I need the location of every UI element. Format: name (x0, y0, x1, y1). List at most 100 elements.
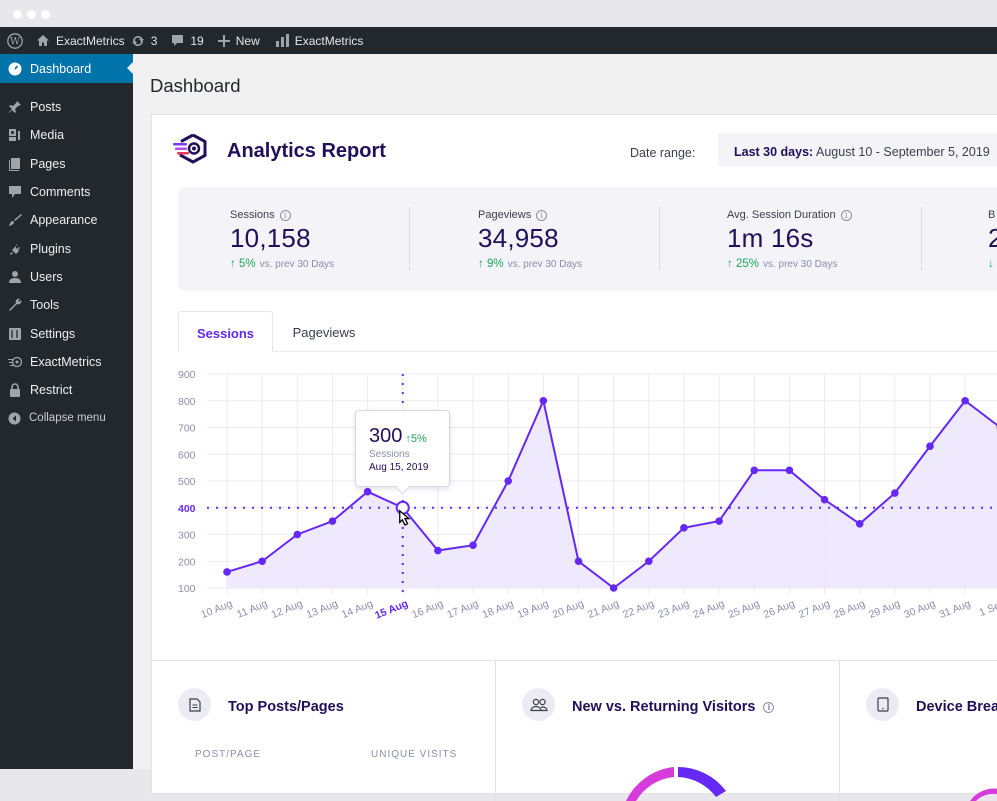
sidebar-item-label: Posts (30, 100, 61, 114)
exactmetrics-adminbar-label: ExactMetrics (295, 34, 364, 48)
plus-icon (218, 35, 230, 47)
data-point (891, 489, 899, 497)
pin-icon (8, 100, 22, 114)
x-tick-label: 21 Aug (586, 598, 621, 621)
main-content: Dashboard Analytics Report Date range: L… (133, 54, 997, 769)
sidebar-item-label: Comments (30, 185, 90, 199)
sidebar-item-users[interactable]: Users (0, 263, 133, 291)
new-content-link[interactable]: New (218, 34, 260, 48)
x-tick-label: 28 Aug (832, 598, 867, 621)
date-range-selector[interactable]: Last 30 days: August 10 - September 5, 2… (718, 133, 997, 167)
refresh-icon (131, 34, 145, 48)
sidebar-item-label: Plugins (30, 242, 71, 256)
user-icon (8, 270, 22, 284)
comments-link[interactable]: 19 (171, 34, 203, 48)
sidebar-item-dashboard[interactable]: Dashboard (0, 54, 133, 83)
report-panels: Top Posts/Pages POST/PAGE UNIQUE VISITS … (152, 660, 997, 800)
x-tick-label: 26 Aug (762, 598, 797, 621)
panel-title: Top Posts/Pages (228, 699, 344, 715)
sidebar-item-posts[interactable]: Posts (0, 93, 133, 121)
sidebar-item-label: Restrict (30, 383, 72, 397)
analytics-report-card: Analytics Report Date range: Last 30 day… (151, 114, 997, 794)
exactmetrics-icon (8, 355, 22, 369)
info-icon[interactable]: i (763, 702, 774, 713)
wordpress-logo-button[interactable]: W (7, 33, 23, 49)
y-tick-label: 100 (178, 583, 196, 595)
stat-divider (921, 207, 922, 271)
date-range-value: August 10 - September 5, 2019 (816, 145, 990, 159)
sidebar-item-plugins[interactable]: Plugins (0, 234, 133, 262)
stat-change: ↓ (988, 258, 997, 270)
y-tick-label: 900 (178, 369, 196, 381)
data-point (715, 517, 723, 525)
tab-sessions[interactable]: Sessions (178, 311, 273, 352)
info-icon[interactable]: i (841, 210, 852, 221)
stat-label: Sessions (230, 209, 275, 221)
chart-tabs: Sessions Pageviews (178, 311, 997, 352)
y-tick-label: 800 (178, 396, 196, 408)
date-range-prefix: Last 30 days: (734, 145, 813, 159)
tooltip-value: 300 (369, 425, 402, 447)
data-point (610, 584, 618, 592)
column-header-unique-visits: UNIQUE VISITS (371, 749, 457, 760)
tooltip-label: Sessions (369, 449, 449, 460)
new-label: New (236, 34, 260, 48)
x-tick-label: 24 Aug (691, 598, 726, 621)
lock-icon (8, 383, 22, 397)
sidebar-item-label: Tools (30, 298, 59, 312)
y-tick-label: 400 (178, 503, 196, 515)
sidebar-item-pages[interactable]: Pages (0, 150, 133, 178)
data-point (821, 496, 829, 504)
stat-change: ↑ 5%vs. prev 30 Days (230, 258, 334, 270)
sidebar-item-label: Users (30, 270, 63, 284)
x-tick-label: 10 Aug (199, 598, 234, 621)
info-icon[interactable]: i (536, 210, 547, 221)
x-tick-label: 31 Aug (937, 598, 972, 621)
sidebar-item-label: Media (30, 128, 64, 142)
x-tick-label: 27 Aug (797, 598, 832, 621)
sidebar-item-tools[interactable]: Tools (0, 291, 133, 319)
sidebar-item-restrict[interactable]: Restrict (0, 376, 133, 404)
stat-divider (659, 207, 660, 271)
sidebar-item-comments[interactable]: Comments (0, 178, 133, 206)
site-name-link[interactable]: ExactMetrics (36, 34, 125, 48)
sidebar-item-label: Dashboard (30, 62, 91, 76)
date-range-label: Date range: (630, 146, 695, 160)
x-tick-label: 1 Sep (977, 598, 997, 619)
x-tick-label: 16 Aug (410, 598, 445, 621)
window-maximize-button[interactable] (41, 10, 50, 19)
donut-slice-returning (678, 767, 726, 797)
sidebar-item-exactmetrics[interactable]: ExactMetrics (0, 348, 133, 376)
pages-icon (8, 157, 22, 171)
updates-link[interactable]: 3 (131, 34, 158, 48)
sidebar-item-label: ExactMetrics (30, 355, 102, 369)
panel-top-posts: Top Posts/Pages POST/PAGE UNIQUE VISITS (152, 661, 496, 801)
stats-summary: Sessionsi 10,158 ↑ 5%vs. prev 30 Days Pa… (178, 187, 997, 291)
stat-divider (409, 207, 410, 271)
svg-text:W: W (10, 36, 21, 47)
donut-slice-new (626, 767, 674, 801)
info-icon[interactable]: i (280, 210, 291, 221)
panel-device-breakdown: Device Breakdown (840, 661, 997, 801)
comment-icon (171, 34, 184, 47)
x-tick-label: 15 Aug (373, 598, 410, 622)
plug-icon (8, 242, 22, 256)
x-tick-label: 13 Aug (305, 598, 340, 621)
tab-pageviews[interactable]: Pageviews (288, 311, 360, 352)
sidebar-item-settings[interactable]: Settings (0, 319, 133, 347)
window-minimize-button[interactable] (27, 10, 36, 19)
sidebar-item-appearance[interactable]: Appearance (0, 206, 133, 234)
window-close-button[interactable] (13, 10, 22, 19)
stat-avg-session-duration: Avg. Session Durationi 1m 16s ↑ 25%vs. p… (727, 209, 852, 270)
data-point (786, 467, 794, 475)
collapse-menu-button[interactable]: Collapse menu (0, 404, 133, 432)
x-tick-label: 25 Aug (727, 598, 762, 621)
data-point (294, 531, 302, 539)
stat-pageviews: Pageviewsi 34,958 ↑ 9%vs. prev 30 Days (478, 209, 582, 270)
sidebar-item-media[interactable]: Media (0, 121, 133, 149)
collapse-icon (8, 412, 21, 425)
exactmetrics-adminbar-link[interactable]: ExactMetrics (276, 34, 364, 48)
media-icon (8, 128, 22, 142)
data-point (223, 568, 231, 576)
x-tick-label: 12 Aug (270, 598, 305, 621)
